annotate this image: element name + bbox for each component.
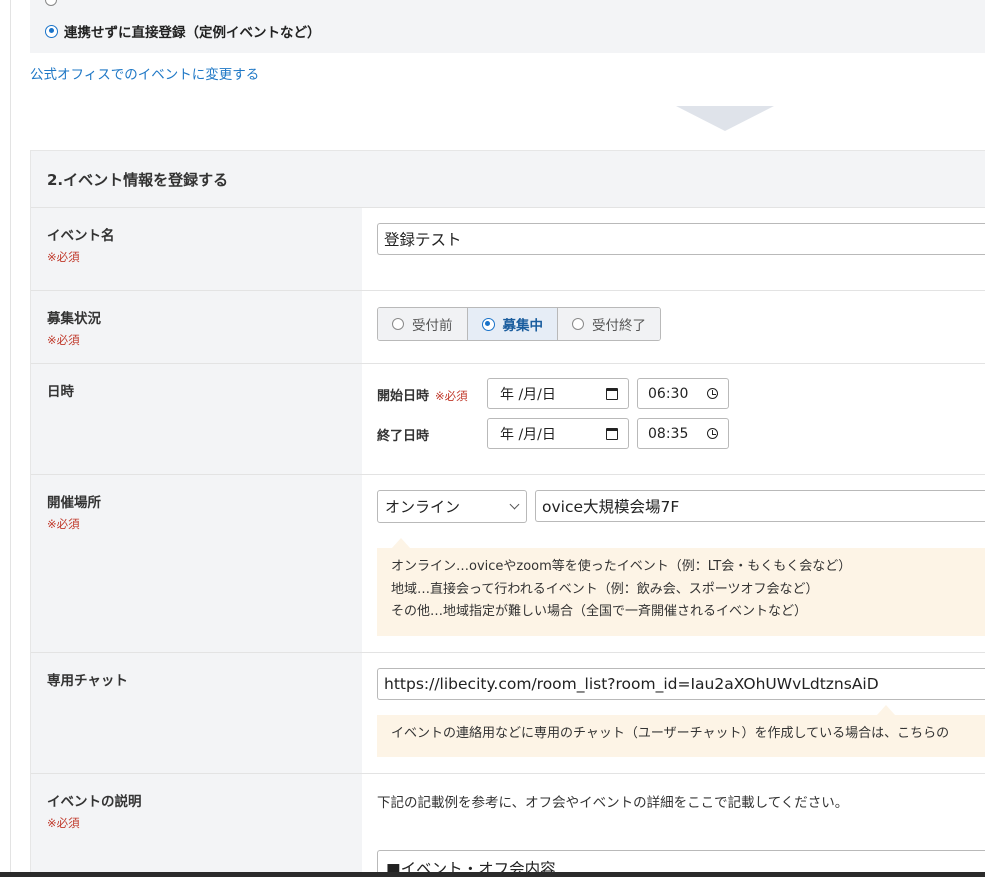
chevron-down-icon	[509, 499, 520, 510]
event-name-value: 登録テスト	[384, 231, 462, 249]
radio-direct-register-label: 連携せずに直接登録（定例イベントなど）	[64, 25, 321, 41]
end-time-input[interactable]: 08:35	[637, 418, 729, 449]
radio-direct-register[interactable]: 連携せずに直接登録（定例イベントなど）	[45, 21, 321, 41]
event-name-input[interactable]: 登録テスト	[377, 223, 985, 255]
row-event-name: イベント名 ※必須 登録テスト	[31, 208, 985, 291]
row-venue: 開催場所 ※必須 オンライン ovice大規模会場7F オンライン…oviceや…	[31, 475, 985, 653]
venue-hint-online: オンライン…oviceやzoom等を使ったイベント（例：LT会・もくもく会など）	[391, 559, 852, 574]
venue-place-input[interactable]: ovice大規模会場7F	[535, 490, 985, 522]
start-time-value: 06:30	[648, 385, 689, 402]
window-bottom-edge	[0, 872, 985, 877]
venue-type-select[interactable]: オンライン	[377, 490, 527, 523]
start-date-placeholder: 年 /月/日	[500, 386, 556, 403]
start-time-input[interactable]: 06:30	[637, 378, 729, 409]
chat-url-input[interactable]: https://libecity.com/room_list?room_id=I…	[377, 668, 985, 700]
end-date-placeholder: 年 /月/日	[500, 426, 556, 443]
status-option-open[interactable]: 募集中	[467, 308, 558, 340]
chat-hint-text: イベントの連絡用などに専用のチャット（ユーザーチャット）を作成している場合は、こ…	[391, 726, 950, 741]
calendar-icon[interactable]	[606, 387, 618, 400]
venue-label: 開催場所	[47, 495, 101, 511]
radio-checked-icon	[45, 24, 58, 38]
row-label: 専用チャット	[31, 653, 362, 773]
row-label: イベント名 ※必須	[31, 208, 362, 290]
row-label: イベントの説明 ※必須	[31, 774, 362, 877]
required-mark: ※必須	[47, 517, 80, 531]
end-time-value: 08:35	[648, 425, 689, 442]
row-body: オンライン ovice大規模会場7F オンライン…oviceやzoom等を使った…	[362, 475, 985, 652]
clock-icon[interactable]	[707, 388, 718, 399]
required-mark: ※必須	[47, 333, 80, 347]
end-date-input[interactable]: 年 /月/日	[487, 418, 629, 449]
section-title: 2.イベント情報を登録する	[47, 170, 229, 189]
required-mark: ※必須	[435, 389, 468, 403]
row-datetime: 日時 開始日時 ※必須 年 /月/日 06:30 終了日時 年 /月/日 08:…	[31, 364, 985, 475]
row-chat: 専用チャット https://libecity.com/room_list?ro…	[31, 653, 985, 774]
clock-icon[interactable]	[707, 428, 718, 439]
status-option-label: 募集中	[502, 318, 544, 334]
venue-hint-other: その他…地域指定が難しい場合（全国で一斉開催されるイベントなど）	[391, 604, 808, 619]
row-label: 日時	[31, 364, 362, 474]
venue-type-selected: オンライン	[385, 498, 461, 516]
recruitment-status-label: 募集状況	[47, 311, 101, 327]
venue-hint-region: 地域…直接会って行われるイベント（例：飲み会、スポーツオフ会など）	[391, 581, 819, 597]
row-description: イベントの説明 ※必須 下記の記載例を参考に、オフ会やイベントの詳細をここで記載…	[31, 774, 985, 877]
required-mark: ※必須	[47, 250, 80, 264]
radio-unchecked-icon	[392, 318, 404, 330]
recruitment-status-toggle: 受付前 募集中 受付終了	[377, 307, 661, 341]
chat-hint-box: イベントの連絡用などに専用のチャット（ユーザーチャット）を作成している場合は、こ…	[377, 715, 985, 757]
container-left-border	[10, 0, 11, 877]
row-body: 開始日時 ※必須 年 /月/日 06:30 終了日時 年 /月/日 08:35	[362, 364, 985, 474]
description-label: イベントの説明	[47, 794, 142, 810]
venue-hint-box: オンライン…oviceやzoom等を使ったイベント（例：LT会・もくもく会など）…	[377, 548, 985, 636]
chat-url-value: https://libecity.com/room_list?room_id=I…	[384, 675, 879, 693]
datetime-label: 日時	[47, 384, 74, 400]
hint-caret	[392, 538, 410, 548]
step-arrow-icon	[676, 106, 774, 131]
start-datetime-label: 開始日時 ※必須	[377, 385, 468, 404]
status-option-before[interactable]: 受付前	[378, 308, 468, 340]
radio-unchecked-icon	[572, 318, 584, 330]
form-header: 2.イベント情報を登録する	[31, 151, 985, 208]
chat-label: 専用チャット	[47, 673, 128, 689]
required-mark: ※必須	[47, 816, 80, 830]
change-to-official-office-link[interactable]: 公式オフィスでのイベントに変更する	[30, 63, 259, 83]
end-datetime-label: 終了日時	[377, 429, 430, 444]
row-label: 開催場所 ※必須	[31, 475, 362, 652]
status-option-closed[interactable]: 受付終了	[558, 308, 660, 340]
venue-place-value: ovice大規模会場7F	[542, 498, 680, 516]
event-info-form: 2.イベント情報を登録する イベント名 ※必須 登録テスト 募集状況 ※必須 受…	[30, 150, 985, 877]
row-body: https://libecity.com/room_list?room_id=I…	[362, 653, 985, 773]
row-body: 下記の記載例を参考に、オフ会やイベントの詳細をここで記載してください。 ■イベン…	[362, 774, 985, 877]
start-datetime-label-text: 開始日時	[377, 389, 430, 404]
description-instruction: 下記の記載例を参考に、オフ会やイベントの詳細をここで記載してください。	[377, 795, 849, 811]
radio-checked-icon	[481, 317, 495, 331]
hint-caret	[877, 705, 895, 715]
status-option-label: 受付前	[412, 318, 453, 334]
start-date-input[interactable]: 年 /月/日	[487, 378, 629, 409]
row-body: 登録テスト	[362, 208, 985, 290]
row-label: 募集状況 ※必須	[31, 291, 362, 363]
page: 連携せずに直接登録（定例イベントなど） 公式オフィスでのイベントに変更する 2.…	[0, 0, 985, 877]
row-body: 受付前 募集中 受付終了	[362, 291, 985, 363]
calendar-icon[interactable]	[606, 427, 618, 440]
row-recruitment-status: 募集状況 ※必須 受付前 募集中 受付終了	[31, 291, 985, 364]
event-name-label: イベント名	[47, 228, 115, 244]
status-option-label: 受付終了	[592, 318, 646, 334]
